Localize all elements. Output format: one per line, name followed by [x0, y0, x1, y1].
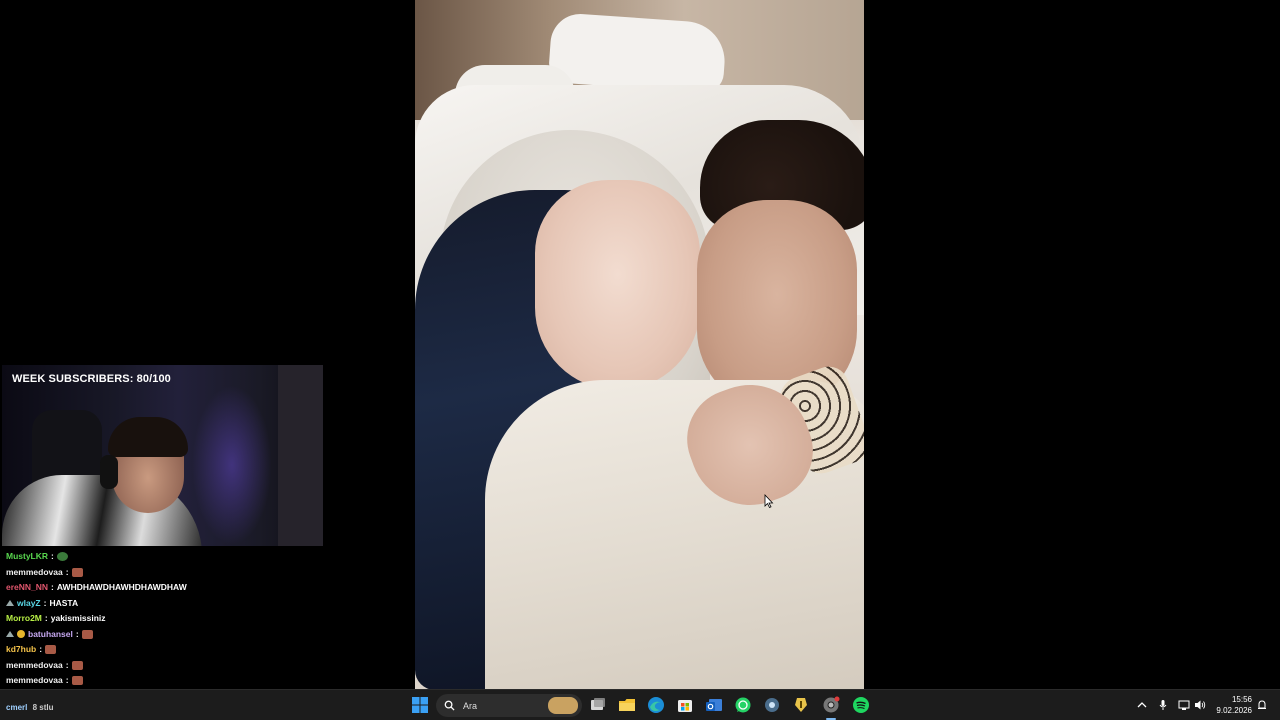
chat-separator: :	[75, 628, 79, 639]
search-icon	[444, 700, 455, 711]
task-view-icon[interactable]	[588, 695, 608, 715]
webcam-light	[192, 385, 272, 545]
chat-message: Morro2M: yakismissiniz	[0, 611, 330, 627]
chat-user[interactable]: MustyLKR	[6, 549, 48, 565]
chat-separator: :	[51, 582, 54, 592]
week-subscribers-label: WEEK SUBSCRIBERS: 80/100	[12, 373, 171, 385]
chat-separator: :	[65, 566, 69, 577]
chat-partial-row: cmerl 8 stlu	[6, 703, 54, 712]
headset-icon	[100, 455, 118, 489]
whatsapp-icon[interactable]	[733, 695, 753, 715]
chat-coin-badge-icon	[17, 630, 25, 639]
chat-panel: MustyLKR: memmedovaa: ereNN_NN: AWHDHAWDHAW…	[0, 549, 330, 704]
edge-icon[interactable]	[646, 695, 666, 715]
photo-face	[535, 180, 700, 390]
microsoft-store-icon[interactable]	[675, 695, 695, 715]
chat-text: HASTA	[49, 597, 79, 608]
spotify-icon[interactable]	[851, 695, 871, 715]
chevron-up-icon[interactable]	[1136, 699, 1148, 711]
chat-emote-icon	[56, 552, 68, 562]
chat-user[interactable]: memmedovaa	[6, 673, 63, 689]
webcam-hair	[108, 417, 188, 457]
chat-separator: :	[39, 644, 43, 654]
clock[interactable]: 15:56 9.02.2026	[1216, 694, 1252, 716]
clock-date: 9.02.2026	[1216, 706, 1252, 715]
chat-user[interactable]: kd7hub	[6, 642, 36, 658]
chat-badge-icon	[6, 631, 14, 638]
main-photo	[415, 0, 864, 689]
chat-text: yakismissiniz	[50, 613, 106, 623]
chat-message: memmedovaa:	[0, 565, 330, 581]
network-icon[interactable]	[1178, 699, 1190, 711]
chat-separator: :	[43, 597, 47, 608]
chat-text: 8 stlu	[32, 703, 54, 712]
chat-emote-icon	[71, 660, 83, 670]
mouse-cursor-icon	[764, 494, 774, 508]
chat-user[interactable]: Morro2M	[6, 611, 42, 627]
chat-user: cmerl	[6, 703, 28, 712]
chat-emote-icon	[71, 676, 83, 686]
microphone-icon[interactable]	[1157, 699, 1169, 711]
search-highlight-icon	[548, 697, 578, 714]
chrome-icon[interactable]	[821, 695, 841, 715]
chat-message: ereNN_NN: AWHDHAWDHAWHDHAWDHAW	[0, 580, 330, 596]
chat-emote-icon	[81, 629, 93, 639]
chat-separator: :	[44, 613, 48, 623]
chat-separator: :	[65, 675, 69, 685]
volume-icon[interactable]	[1194, 699, 1206, 711]
chat-message: wlayZ: HASTA	[0, 596, 330, 612]
chat-message: kd7hub:	[0, 642, 330, 658]
chat-user[interactable]: wlayZ	[17, 596, 41, 612]
chat-user[interactable]: ereNN_NN	[6, 580, 48, 596]
taskbar: cmerl 8 stlu Ara 15:56 9.02.2026	[0, 689, 1280, 720]
chat-message: MustyLKR:	[0, 549, 330, 565]
chat-user[interactable]: memmedovaa	[6, 658, 63, 674]
chat-separator: :	[65, 659, 69, 670]
chat-user[interactable]: batuhansel	[28, 627, 73, 643]
chat-emote-icon	[71, 567, 83, 577]
clock-time: 15:56	[1231, 695, 1252, 704]
app-settings-icon[interactable]	[762, 695, 782, 715]
webcam-feed	[2, 365, 323, 546]
app-yellow-icon[interactable]	[791, 695, 811, 715]
notification-bell-icon[interactable]	[1256, 699, 1268, 711]
chat-user[interactable]: memmedovaa	[6, 565, 63, 581]
windows-start-icon[interactable]	[410, 695, 430, 715]
chat-badge-icon	[6, 600, 14, 607]
taskbar-search[interactable]: Ara	[436, 694, 582, 717]
chat-message: memmedovaa:	[0, 658, 330, 674]
chat-text: AWHDHAWDHAWHDHAWDHAW	[56, 582, 187, 592]
file-explorer-icon[interactable]	[617, 695, 637, 715]
chat-separator: :	[51, 551, 54, 561]
chat-emote-icon	[45, 645, 57, 655]
webcam-door	[278, 365, 323, 546]
chat-message: memmedovaa:	[0, 673, 330, 689]
search-placeholder: Ara	[463, 700, 478, 711]
photo-pillow	[547, 11, 728, 95]
chat-message: batuhansel:	[0, 627, 330, 643]
outlook-icon[interactable]	[704, 695, 724, 715]
